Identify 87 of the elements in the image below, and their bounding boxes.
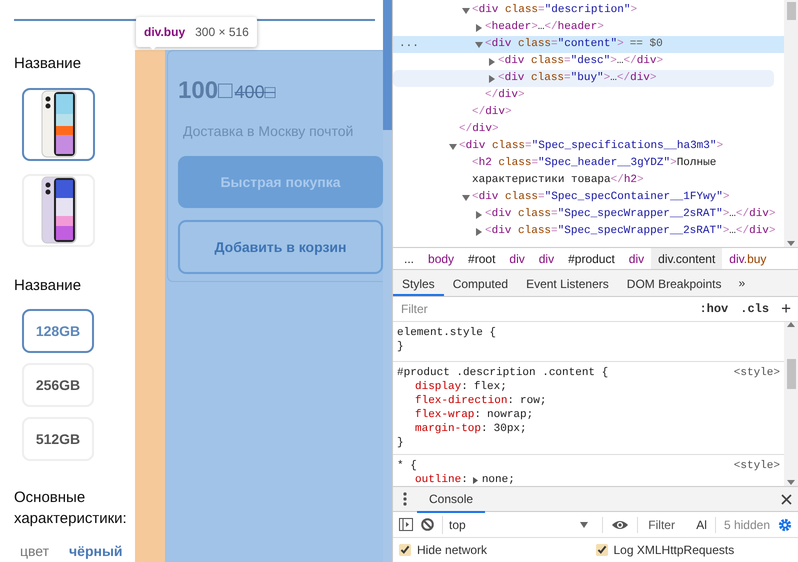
breadcrumb-item[interactable]: ... — [397, 248, 422, 269]
spec-name: цвет — [20, 542, 50, 561]
scroll-thumb[interactable] — [383, 0, 392, 130]
collapsed-arrow-icon[interactable] — [475, 228, 483, 236]
css-declaration[interactable]: margin-top: 30px; — [397, 422, 780, 436]
checkbox[interactable] — [399, 544, 411, 556]
scroll-down-icon[interactable] — [787, 241, 795, 247]
expanded-arrow-icon[interactable] — [475, 40, 483, 48]
breadcrumb-item[interactable]: #root — [461, 248, 502, 269]
panel-tab[interactable]: Event Listeners — [517, 270, 618, 296]
new-rule-button[interactable]: + — [778, 296, 794, 322]
checkbox[interactable] — [596, 544, 608, 556]
breadcrumb-item[interactable]: div.buy — [722, 248, 774, 269]
context-selector[interactable]: top — [442, 516, 594, 534]
dom-node[interactable]: <div class="Spec_specWrapper__2sRAT">…</div> — [393, 206, 784, 223]
collapsed-arrow-icon[interactable] — [475, 210, 483, 218]
hidden-count: 5 hidden — [724, 516, 770, 534]
caret-icon — [580, 522, 588, 528]
dom-node[interactable]: <div class="desc">…</div> — [393, 53, 784, 70]
breadcrumb-item[interactable]: div — [532, 248, 562, 269]
expanded-arrow-icon[interactable] — [462, 194, 470, 202]
menu-icon[interactable] — [403, 492, 407, 506]
collapsed-arrow-icon[interactable] — [488, 58, 496, 66]
dom-node[interactable]: <div class="description"> — [393, 2, 784, 19]
breadcrumb-item[interactable]: div.content — [651, 248, 722, 269]
scroll-thumb[interactable] — [786, 2, 796, 20]
spec-value: чёрный — [69, 542, 123, 561]
storage-option[interactable]: 512GB — [22, 417, 94, 461]
scrollbar[interactable] — [784, 0, 798, 247]
scroll-thumb[interactable] — [786, 359, 796, 389]
hover-state-toggle[interactable]: :hov — [696, 300, 732, 318]
settings-icon[interactable] — [778, 518, 792, 532]
element-size: 300 × 516 — [195, 24, 249, 41]
storage-option[interactable]: 256GB — [22, 363, 94, 407]
breadcrumb-item[interactable]: body — [421, 248, 462, 269]
source-link[interactable]: <style> — [734, 459, 780, 473]
breadcrumb-item[interactable]: div — [502, 248, 532, 269]
scrollbar[interactable] — [383, 0, 392, 562]
closing-brace: } — [397, 340, 405, 354]
dom-node[interactable]: </div> — [393, 121, 784, 138]
dom-node[interactable]: <div class="Spec_specContainer__1FYwy"> — [393, 189, 784, 206]
source-link[interactable]: <style> — [734, 366, 780, 380]
closing-brace: } — [397, 436, 405, 450]
checkbox-label: Log XMLHttpRequests — [614, 542, 734, 559]
breadcrumb-item[interactable]: #product — [561, 248, 622, 269]
sidebar-toggle-icon[interactable] — [399, 518, 413, 531]
scrollbar[interactable] — [784, 322, 798, 486]
color-option[interactable] — [22, 88, 95, 160]
dom-node[interactable]: <div class="Spec_specifications__ha3m3"> — [393, 138, 784, 155]
expanded-arrow-icon[interactable] — [462, 6, 470, 14]
checkbox-label: Hide network — [417, 542, 488, 559]
option-title: Название — [14, 54, 82, 74]
css-declaration[interactable]: flex-direction: row; — [397, 394, 780, 408]
section-title: Основные характеристики: — [14, 488, 128, 529]
dom-node[interactable]: </div> — [393, 87, 784, 104]
dom-node[interactable]: <header>…</header> — [393, 19, 784, 36]
css-selector: #product .description .content { — [397, 366, 608, 380]
breadcrumb-item[interactable]: div — [622, 248, 652, 269]
log-levels-dropdown[interactable]: Al — [696, 516, 707, 534]
collapsed-arrow-icon[interactable] — [488, 74, 496, 82]
css-selector: * { — [397, 459, 417, 473]
panel-tab[interactable]: DOM Breakpoints — [618, 270, 730, 296]
price: 100□ — [178, 76, 233, 106]
drawer-tab[interactable]: Console — [417, 486, 486, 512]
dom-node[interactable]: <h2 class="Spec_header__3gYDZ">Полные характеристики товара</h2> — [393, 155, 784, 189]
collapsed-arrow-icon[interactable] — [475, 24, 483, 32]
css-selector: element.style { — [397, 326, 496, 340]
old-price: 400□ — [234, 81, 276, 104]
class-toggle[interactable]: .cls — [737, 300, 772, 318]
css-declaration[interactable]: flex-wrap: nowrap; — [397, 408, 780, 422]
close-icon[interactable] — [781, 494, 792, 504]
option-title: Название — [14, 276, 82, 296]
expanded-arrow-icon[interactable] — [449, 142, 457, 150]
clear-console-icon[interactable] — [421, 518, 434, 531]
panel-tab[interactable]: Computed — [444, 270, 518, 296]
more-tabs-button[interactable]: » — [730, 270, 754, 296]
dom-node[interactable]: </div> — [393, 104, 784, 121]
css-declaration[interactable]: outline: none; — [397, 473, 780, 486]
scroll-up-icon[interactable] — [787, 322, 795, 328]
element-selector: div.buy — [144, 24, 186, 41]
expand-arrow-icon[interactable] — [472, 476, 479, 484]
panel-tab[interactable]: Styles — [393, 270, 444, 296]
dom-node[interactable]: ... <div class="content"> == $0 — [393, 36, 784, 53]
dom-node[interactable]: <div class="buy">…</div> — [393, 70, 774, 87]
storage-option[interactable]: 128GB — [22, 309, 94, 353]
dom-node[interactable]: <div class="Spec_specWrapper__2sRAT">…</div> — [393, 223, 784, 240]
css-declaration[interactable]: display: flex; — [397, 380, 780, 394]
